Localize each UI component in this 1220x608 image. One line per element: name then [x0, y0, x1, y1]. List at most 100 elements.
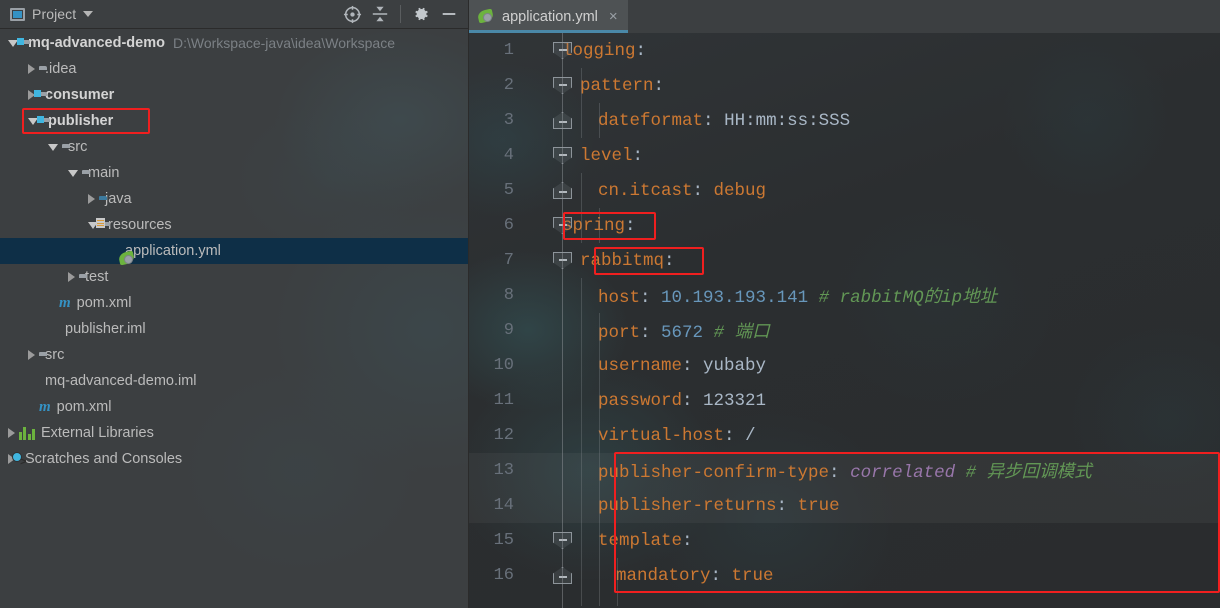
code-line-text: level:	[580, 145, 644, 166]
tree-row-mq-advanced-demo[interactable]: mq-advanced-demo D:\Workspace-java\idea\W…	[0, 30, 468, 56]
panel-editor-divider[interactable]	[468, 0, 469, 608]
line-number: 14	[493, 496, 514, 515]
code-line-text: template:	[598, 530, 693, 551]
line-number: 1	[503, 41, 514, 60]
yaml-value: /	[745, 425, 756, 446]
tree-row-consumer[interactable]: consumer	[0, 82, 468, 108]
code-line[interactable]: 4 level:	[468, 138, 1220, 173]
line-number: 12	[493, 426, 514, 445]
yaml-key: password	[598, 390, 683, 411]
tree-toggle-open-icon[interactable]	[48, 143, 58, 151]
gear-icon[interactable]	[408, 1, 434, 27]
chevron-down-icon[interactable]	[83, 11, 94, 17]
close-icon[interactable]: ×	[609, 9, 618, 24]
yaml-key: publisher-returns	[598, 495, 777, 516]
yaml-value: true	[797, 495, 840, 516]
panel-toolbar-actions	[339, 1, 468, 27]
line-number: 7	[503, 251, 514, 270]
tree-row-mq-advanced-demo-iml[interactable]: mq-advanced-demo.iml	[0, 368, 468, 394]
tree-row-label: src	[68, 139, 88, 155]
line-number: 10	[493, 356, 514, 375]
tree-toggle-closed-icon[interactable]	[28, 350, 35, 360]
project-window-icon	[10, 7, 25, 21]
code-line-text: cn.itcast: debug	[598, 180, 767, 201]
tree-row-pom-xml[interactable]: m pom.xml	[0, 290, 468, 316]
code-editor[interactable]: 1 logging: 2 pattern: 3 dateformat: HH:mm:ss:…	[468, 33, 1220, 608]
tree-row-scratches-and-consoles[interactable]: Scratches and Consoles	[0, 446, 468, 472]
tree-row-label: resources	[108, 217, 172, 233]
fold-column	[524, 488, 562, 523]
code-line[interactable]: 1 logging:	[468, 33, 1220, 68]
fold-column	[524, 173, 572, 208]
code-line-text: spring:	[562, 215, 636, 236]
tree-row-test[interactable]: test	[0, 264, 468, 290]
yaml-key: rabbitmq	[580, 250, 665, 271]
indent-guide	[599, 208, 600, 243]
indent-guide	[581, 278, 582, 606]
tree-row-label: pom.xml	[76, 295, 132, 311]
yaml-key: publisher-confirm-type	[598, 463, 830, 483]
panel-title: Project	[32, 6, 77, 22]
collapse-all-icon[interactable]	[367, 1, 393, 27]
tree-toggle-open-icon[interactable]	[68, 169, 78, 177]
tab-label: application.yml	[502, 8, 598, 25]
tree-row-main[interactable]: main	[0, 160, 468, 186]
yaml-comment: # 异步回调模式	[965, 463, 1092, 483]
fold-column	[524, 558, 572, 593]
project-tree: mq-advanced-demo D:\Workspace-java\idea\W…	[0, 29, 468, 472]
fold-column	[524, 523, 572, 558]
fold-column	[524, 68, 572, 103]
line-number: 3	[503, 111, 514, 130]
code-line-text: logging:	[562, 40, 647, 61]
fold-column	[524, 33, 572, 68]
folding-guide-line	[562, 33, 563, 608]
yaml-key: cn.itcast	[598, 180, 693, 201]
code-line-text: dateformat: HH:mm:ss:SSS	[598, 110, 851, 131]
project-view-selector[interactable]: Project	[0, 6, 339, 22]
tree-row-publisher[interactable]: publisher	[0, 108, 468, 134]
code-line-text: publisher-confirm-type: correlated # 异步回…	[598, 463, 1092, 483]
tree-row-publisher-iml[interactable]: publisher.iml	[0, 316, 468, 342]
tree-toggle-closed-icon[interactable]	[68, 272, 75, 282]
line-number: 9	[503, 321, 514, 340]
tree-toggle-closed-icon[interactable]	[28, 64, 35, 74]
tree-toggle-closed-icon[interactable]	[88, 194, 95, 204]
line-number: 8	[503, 286, 514, 305]
code-line-text: publisher-returns: true	[598, 495, 840, 516]
tree-row-idea[interactable]: .idea	[0, 56, 468, 82]
indent-guide	[617, 558, 618, 606]
yaml-value: correlated	[850, 463, 956, 483]
fold-column	[524, 278, 562, 313]
project-tool-window: Project mq-advanced-demo D:\Workspace-ja…	[0, 0, 468, 608]
code-line-text: mandatory: true	[616, 565, 774, 586]
toolbar-divider	[400, 5, 401, 23]
code-line-text: virtual-host: /	[598, 425, 756, 446]
tree-row-pom-xml[interactable]: m pom.xml	[0, 394, 468, 420]
tree-row-src[interactable]: src	[0, 342, 468, 368]
tree-row-label: application.yml	[125, 243, 221, 259]
locate-target-icon[interactable]	[339, 1, 365, 27]
yaml-key: mandatory	[616, 565, 711, 586]
tabbar-empty-space	[627, 0, 1220, 33]
code-line-text: host: 10.193.193.141 # rabbitMQ的ip地址	[598, 288, 998, 308]
code-line-text: port: 5672 # 端口	[598, 323, 770, 343]
yaml-key: username	[598, 355, 683, 376]
yaml-key: logging	[562, 40, 636, 61]
indent-guide	[599, 103, 600, 138]
indent-guide	[581, 173, 582, 243]
ide-window: Project mq-advanced-demo D:\Workspace-ja…	[0, 0, 1220, 608]
tree-row-src[interactable]: src	[0, 134, 468, 160]
fold-column	[524, 313, 562, 348]
code-line[interactable]: 7 rabbitmq:	[468, 243, 1220, 278]
spring-yml-icon	[476, 8, 495, 24]
tree-row-external-libraries[interactable]: External Libraries	[0, 420, 468, 446]
minimize-icon[interactable]	[436, 1, 462, 27]
tree-row-java[interactable]: java	[0, 186, 468, 212]
tab-application-yml[interactable]: application.yml ×	[468, 0, 628, 33]
tree-toggle-closed-icon[interactable]	[8, 428, 15, 438]
tree-row-application-yml[interactable]: application.yml	[0, 238, 468, 266]
line-number: 16	[493, 566, 514, 585]
external-libraries-icon	[19, 426, 35, 440]
yaml-value: 5672	[661, 323, 704, 343]
tree-row-resources[interactable]: resources	[0, 212, 468, 238]
